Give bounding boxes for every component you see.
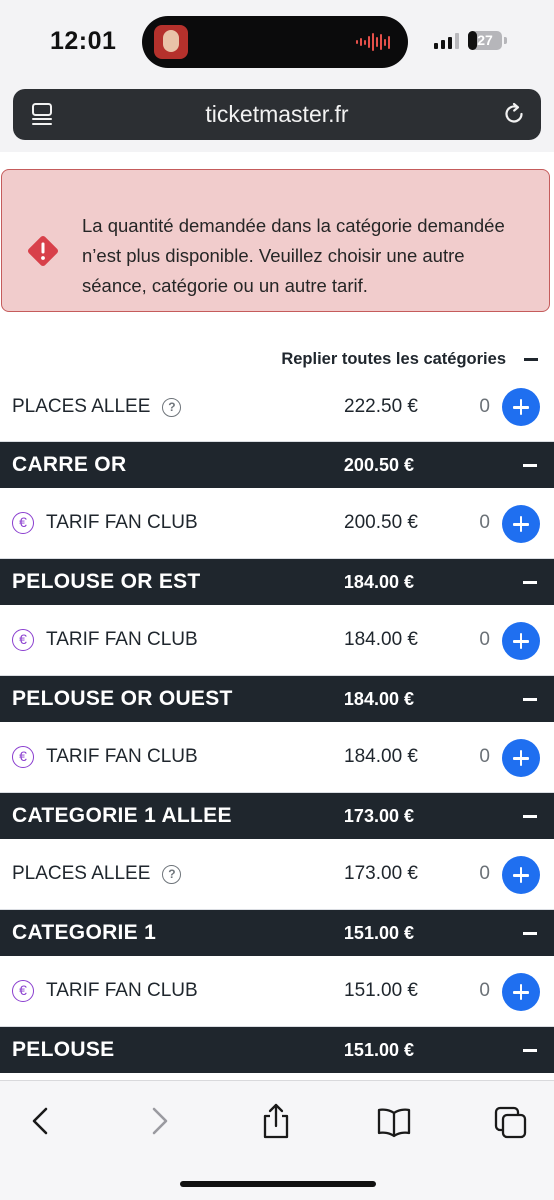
ticket-label: PLACES ALLEE <box>12 863 151 884</box>
category-header[interactable]: PELOUSE OR EST 184.00 € <box>0 559 554 605</box>
ticket-row: PLACES ALLEE ? 222.50 € 0 <box>0 380 554 442</box>
ticket-row: PLACES ALLEE ? 173.00 € 0 <box>0 839 554 910</box>
category-header[interactable]: CATEGORIE 1 ALLEE 173.00 € <box>0 793 554 839</box>
reload-icon[interactable] <box>501 101 527 132</box>
ticket-row: € TARIF FAN CLUB 184.00 € 0 <box>0 605 554 676</box>
help-icon[interactable]: ? <box>162 397 182 417</box>
category-header[interactable]: CARRE OR 200.50 € <box>0 442 554 488</box>
collapse-icon[interactable] <box>523 698 537 701</box>
ticket-price: 173.00 € <box>344 863 418 884</box>
bookmarks-icon[interactable] <box>375 1101 413 1146</box>
tabs-icon[interactable] <box>493 1101 529 1146</box>
add-ticket-button[interactable] <box>502 973 540 1011</box>
ticket-quantity: 0 <box>479 746 490 767</box>
add-ticket-button[interactable] <box>502 622 540 660</box>
category-name: CARRE OR <box>12 453 127 476</box>
ticket-row: € TARIF FAN CLUB 184.00 € 0 <box>0 722 554 793</box>
euro-icon: € <box>12 746 34 768</box>
collapse-icon[interactable] <box>523 932 537 935</box>
forward-icon[interactable] <box>146 1101 174 1146</box>
ticket-row-label-group: € TARIF FAN CLUB <box>12 512 198 534</box>
category-price: 200.50 € <box>343 455 414 475</box>
category-price: 184.00 € <box>343 689 414 709</box>
add-ticket-button[interactable] <box>502 388 540 426</box>
battery-tip <box>504 37 507 44</box>
collapse-all-toggle[interactable]: Replier toutes les catégories <box>0 348 554 372</box>
battery-level: 27 <box>477 32 493 48</box>
now-playing-artwork <box>154 25 188 59</box>
ticket-price: 151.00 € <box>344 980 418 1001</box>
category-price: 151.00 € <box>343 1040 414 1060</box>
ticket-label: TARIF FAN CLUB <box>46 512 198 533</box>
category-name: PELOUSE OR EST <box>12 570 201 593</box>
euro-icon: € <box>12 629 34 651</box>
battery-icon: 27 <box>468 31 502 50</box>
category-price: 184.00 € <box>343 572 414 592</box>
url-text[interactable]: ticketmaster.fr <box>13 101 541 128</box>
ticket-quantity: 0 <box>479 863 490 884</box>
status-time: 12:01 <box>50 27 117 55</box>
address-bar[interactable]: ticketmaster.fr <box>13 89 541 140</box>
category-header[interactable]: PELOUSE 151.00 € <box>0 1027 554 1073</box>
ticket-price: 200.50 € <box>344 512 418 533</box>
ticket-label: PLACES ALLEE <box>12 396 151 417</box>
ticket-row-label-group: € TARIF FAN CLUB <box>12 629 198 651</box>
page-content: La quantité demandée dans la catégorie d… <box>0 152 554 1080</box>
ticket-price: 222.50 € <box>344 396 418 417</box>
back-icon[interactable] <box>26 1101 54 1146</box>
ticket-label: TARIF FAN CLUB <box>46 746 198 767</box>
ticket-row-label-group: € TARIF FAN CLUB <box>12 980 198 1002</box>
category-name: PELOUSE <box>12 1038 115 1061</box>
alert-message: La quantité demandée dans la catégorie d… <box>82 215 505 296</box>
collapse-icon[interactable] <box>523 1049 537 1052</box>
collapse-all-label[interactable]: Replier toutes les catégories <box>281 350 506 369</box>
ticket-quantity: 0 <box>479 396 490 417</box>
ticket-quantity: 0 <box>479 629 490 650</box>
category-header[interactable]: PELOUSE OR OUEST 184.00 € <box>0 676 554 722</box>
browser-top-chrome: 12:01 27 ticketmaster.fr <box>0 0 554 152</box>
collapse-icon[interactable] <box>523 464 537 467</box>
ticket-price: 184.00 € <box>344 629 418 650</box>
ticket-label: TARIF FAN CLUB <box>46 980 198 1001</box>
category-price: 173.00 € <box>343 806 414 826</box>
ticket-quantity: 0 <box>479 980 490 1001</box>
euro-icon: € <box>12 980 34 1002</box>
ticket-row-label-group: € TARIF FAN CLUB <box>12 746 198 768</box>
ticket-quantity: 0 <box>479 512 490 533</box>
add-ticket-button[interactable] <box>502 856 540 894</box>
cellular-signal-icon <box>434 33 459 49</box>
category-name: CATEGORIE 1 <box>12 921 157 944</box>
audio-waveform-icon <box>356 32 390 52</box>
category-price: 151.00 € <box>343 923 414 943</box>
dynamic-island[interactable] <box>142 16 408 68</box>
error-alert: La quantité demandée dans la catégorie d… <box>1 169 550 312</box>
share-icon[interactable] <box>259 1101 293 1146</box>
ticket-row-label-group: PLACES ALLEE ? <box>12 396 182 418</box>
minus-icon[interactable] <box>524 358 538 361</box>
ticket-row: € TARIF FAN CLUB 200.50 € 0 <box>0 488 554 559</box>
warning-diamond-icon <box>26 234 60 273</box>
euro-icon: € <box>12 512 34 534</box>
category-name: PELOUSE OR OUEST <box>12 687 233 710</box>
category-name: CATEGORIE 1 ALLEE <box>12 804 232 827</box>
ticket-label: TARIF FAN CLUB <box>46 629 198 650</box>
add-ticket-button[interactable] <box>502 505 540 543</box>
add-ticket-button[interactable] <box>502 739 540 777</box>
ticket-row-label-group: PLACES ALLEE ? <box>12 863 182 885</box>
category-header[interactable]: CATEGORIE 1 151.00 € <box>0 910 554 956</box>
collapse-icon[interactable] <box>523 815 537 818</box>
ticket-price: 184.00 € <box>344 746 418 767</box>
ticket-row: € TARIF FAN CLUB 151.00 € 0 <box>0 956 554 1027</box>
collapse-icon[interactable] <box>523 581 537 584</box>
home-indicator[interactable] <box>180 1181 376 1187</box>
help-icon[interactable]: ? <box>162 864 182 884</box>
